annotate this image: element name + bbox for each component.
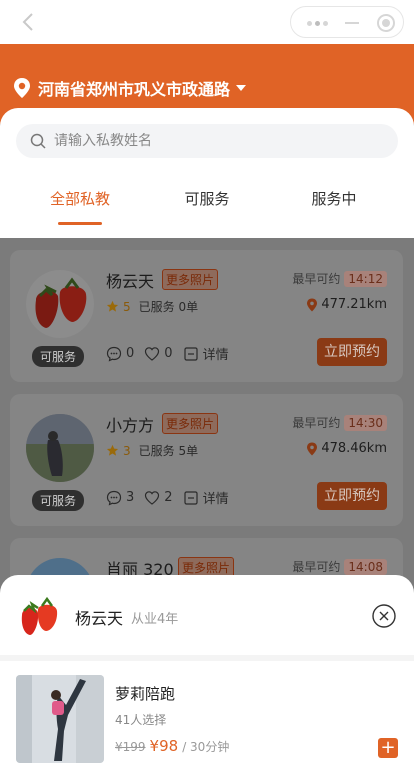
search-icon [30,133,46,149]
tab-all-coaches[interactable]: 全部私教 [20,188,140,209]
served-count: 已服务 0单 [138,300,199,314]
current-price: ¥98 [149,737,179,755]
coach-actions: 3 2 详情 [106,488,239,507]
sheet-coach-name: 杨云天 [75,609,124,628]
comment-icon [106,490,122,506]
more-icon[interactable] [307,21,329,26]
detail-action[interactable]: 详情 [183,344,229,363]
star-icon [106,300,119,312]
location-pin-icon [14,78,30,98]
strawberry-avatar [26,270,94,338]
years-experience: 从业4年 [131,612,179,627]
original-price: ¥199 [115,740,146,754]
like-count: 2 [164,490,173,505]
detail-icon [183,490,198,505]
comment-count: 3 [126,490,135,505]
status-badge: 可服务 [32,346,85,367]
detail-label: 详情 [202,348,229,363]
location-text: 河南省郑州市巩义市政通路 [38,80,231,99]
close-icon[interactable] [372,604,396,628]
service-price: ¥199 ¥98 / 30分钟 [115,737,229,755]
caret-down-icon [236,85,247,91]
search-bar[interactable] [16,124,398,158]
divider [0,655,414,661]
coach-name: 杨云天 [106,272,155,291]
tab-available[interactable]: 可服务 [147,188,267,209]
earliest-label: 最早可约 [292,416,341,430]
location-selector[interactable]: 河南省郑州市巩义市政通路 [12,76,247,100]
price-unit: / 30分钟 [182,740,230,754]
sheet-header: 杨云天 从业4年 [0,575,414,655]
back-icon[interactable] [18,11,40,33]
search-input[interactable] [54,133,354,149]
comment-icon [106,346,122,362]
book-now-button[interactable]: 立即预约 [317,482,387,510]
distance: 478.46km [306,441,387,456]
earliest-label: 最早可约 [292,560,341,574]
earliest-slot: 最早可约 14:30 [292,414,387,431]
service-bottom-sheet: 杨云天 从业4年 萝莉陪跑 41人选择 ¥199 ¥98 / 30分钟 + [0,575,414,780]
tab-in-service[interactable]: 服务中 [274,188,394,209]
distance-value: 477.21km [321,297,387,312]
service-title: 萝莉陪跑 [115,685,176,703]
close-capsule-icon[interactable] [377,14,395,32]
like-action[interactable]: 2 [144,490,173,506]
rating-score: 5 [123,299,131,314]
heart-icon [145,346,160,361]
minimize-icon[interactable] [345,22,359,24]
earliest-time: 14:12 [344,270,387,287]
rating-score: 3 [123,443,131,458]
status-badge: 可服务 [32,490,85,511]
detail-icon [183,346,198,361]
earliest-time: 14:08 [344,558,387,575]
coach-rating: 3 已服务 5单 [106,442,198,459]
more-photos-button[interactable]: 更多照片 [162,413,219,434]
earliest-slot: 最早可约 14:12 [292,270,387,287]
coach-actions: 0 0 详情 [106,344,239,363]
top-nav [0,0,414,44]
photo-avatar [26,414,94,482]
distance: 477.21km [306,297,387,312]
more-photos-button[interactable]: 更多照片 [162,269,219,290]
service-image [16,675,104,763]
earliest-time: 14:30 [344,414,387,431]
tab-bar: 全部私教 可服务 服务中 [0,178,414,228]
detail-action[interactable]: 详情 [183,488,229,507]
coach-rating: 5 已服务 0单 [106,298,198,315]
strawberry-avatar [21,596,58,635]
served-count: 已服务 5单 [138,444,199,458]
active-tab-indicator [58,222,102,225]
coach-card[interactable]: 杨云天 更多照片 最早可约 14:12 5 已服务 0单 477.21km 可服… [10,250,403,382]
coach-name: 小方方 [106,416,155,435]
service-popularity: 41人选择 [115,713,167,727]
comment-action[interactable]: 0 [106,346,134,362]
location-pin-icon [307,298,318,311]
book-now-button[interactable]: 立即预约 [317,338,387,366]
earliest-label: 最早可约 [292,272,341,286]
add-service-button[interactable]: + [378,738,398,758]
heart-icon [145,490,160,505]
distance-value: 478.46km [321,441,387,456]
location-pin-icon [307,442,318,455]
search-tabs-panel: 全部私教 可服务 服务中 [0,108,414,238]
star-icon [106,444,119,456]
detail-label: 详情 [202,492,229,507]
earliest-slot: 最早可约 14:08 [292,558,387,575]
mini-program-capsule [290,6,404,38]
like-action[interactable]: 0 [144,346,173,362]
like-count: 0 [164,346,173,361]
coach-card[interactable]: 小方方 更多照片 最早可约 14:30 3 已服务 5单 478.46km 可服… [10,394,403,526]
comment-action[interactable]: 3 [106,490,134,506]
comment-count: 0 [126,346,135,361]
